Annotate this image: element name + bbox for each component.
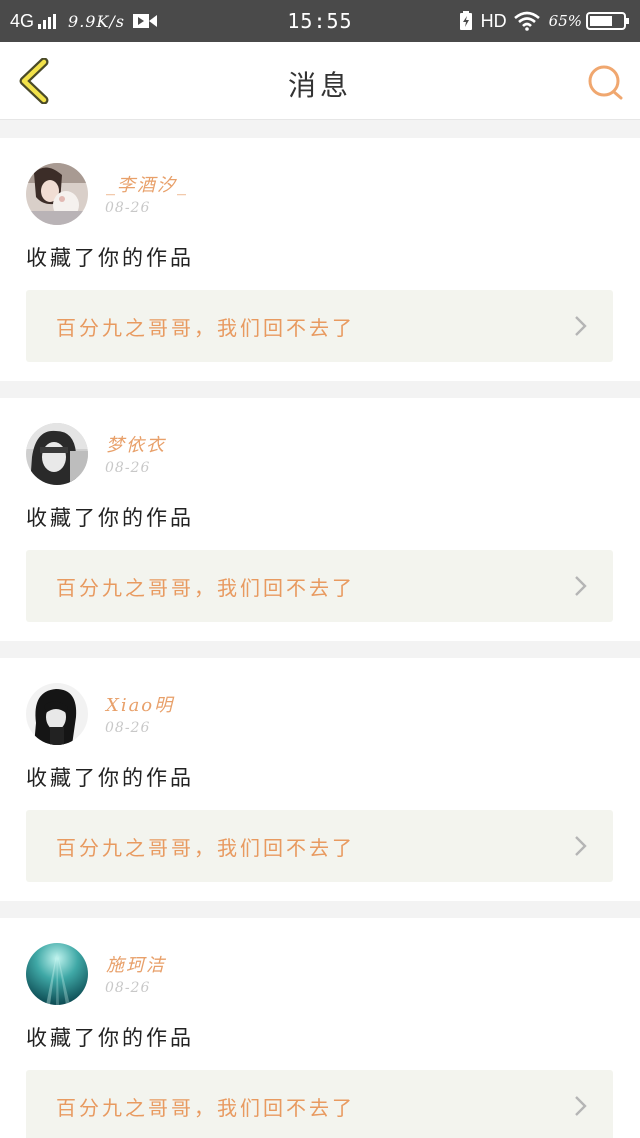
message-card: _李酒汐_ 08-26 收藏了你的作品 百分九之哥哥，我们回不去了	[0, 138, 640, 381]
chevron-right-icon	[575, 836, 587, 856]
chevron-right-icon	[575, 576, 587, 596]
work-link[interactable]: 百分九之哥哥，我们回不去了	[26, 550, 613, 622]
work-link[interactable]: 百分九之哥哥，我们回不去了	[26, 290, 613, 362]
work-title: 百分九之哥哥，我们回不去了	[56, 836, 355, 860]
avatar[interactable]	[26, 943, 88, 1005]
action-text: 收藏了你的作品	[26, 1026, 194, 1050]
action-text: 收藏了你的作品	[26, 506, 194, 530]
action-text: 收藏了你的作品	[26, 246, 194, 270]
action-text: 收藏了你的作品	[26, 766, 194, 790]
message-date: 08-26	[105, 460, 151, 476]
user-name[interactable]: 梦依衣	[106, 431, 166, 457]
hd-indicator: HD	[480, 10, 507, 31]
message-date: 08-26	[105, 720, 151, 736]
avatar-image	[26, 943, 88, 1005]
search-icon[interactable]	[586, 62, 626, 102]
message-card: 梦依衣 08-26 收藏了你的作品 百分九之哥哥，我们回不去了	[0, 398, 640, 641]
message-card: Xiao明 08-26 收藏了你的作品 百分九之哥哥，我们回不去了	[0, 658, 640, 901]
status-bar: 4G 9.9K/s 15:55 HD 65%	[0, 0, 640, 42]
avatar[interactable]	[26, 163, 88, 225]
avatar-image	[26, 163, 88, 225]
message-date: 08-26	[105, 980, 151, 996]
page-title: 消息	[287, 69, 352, 102]
avatar[interactable]	[26, 423, 88, 485]
work-title: 百分九之哥哥，我们回不去了	[56, 576, 355, 600]
message-card: 施珂洁 08-26 收藏了你的作品 百分九之哥哥，我们回不去了	[0, 918, 640, 1138]
work-link[interactable]: 百分九之哥哥，我们回不去了	[26, 1070, 613, 1138]
work-link[interactable]: 百分九之哥哥，我们回不去了	[26, 810, 613, 882]
app-header: 消息	[0, 42, 640, 120]
chevron-right-icon	[575, 316, 587, 336]
work-title: 百分九之哥哥，我们回不去了	[56, 316, 355, 340]
battery-percent: 65%	[548, 12, 582, 30]
avatar-image	[26, 683, 88, 745]
user-name[interactable]: Xiao明	[106, 691, 174, 717]
message-date: 08-26	[105, 200, 151, 216]
work-title: 百分九之哥哥，我们回不去了	[56, 1096, 355, 1120]
wifi-icon	[513, 11, 540, 31]
avatar-image	[26, 423, 88, 485]
user-name[interactable]: 施珂洁	[106, 951, 166, 977]
user-name[interactable]: _李酒汐_	[106, 171, 188, 197]
avatar[interactable]	[26, 683, 88, 745]
status-right: HD 65%	[459, 9, 630, 33]
battery-icon	[586, 12, 629, 30]
charging-icon	[459, 11, 472, 30]
chevron-right-icon	[575, 1096, 587, 1116]
